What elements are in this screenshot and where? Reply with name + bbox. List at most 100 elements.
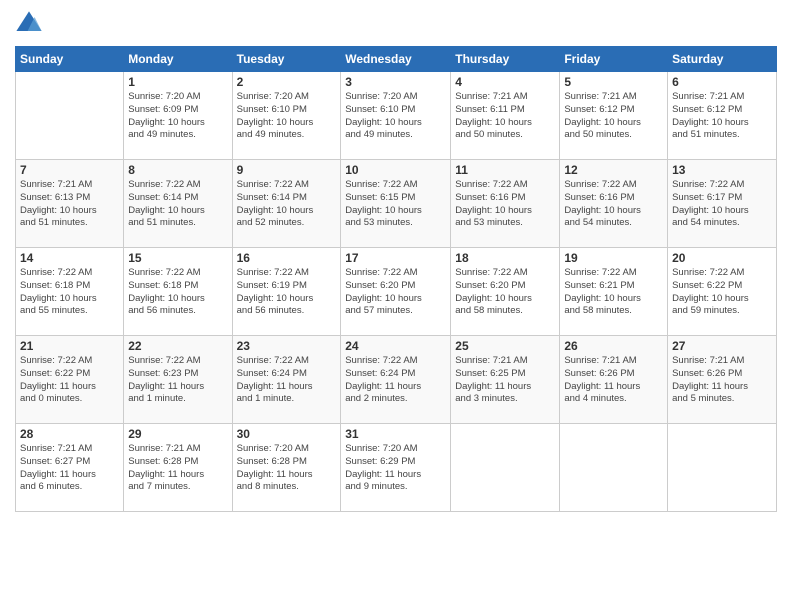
day-number: 25 bbox=[455, 339, 555, 353]
calendar-cell: 30 Sunrise: 7:20 AM Sunset: 6:28 PM Dayli… bbox=[232, 424, 341, 512]
calendar-cell bbox=[668, 424, 777, 512]
calendar-week-row: 1 Sunrise: 7:20 AM Sunset: 6:09 PM Daylig… bbox=[16, 72, 777, 160]
day-number: 30 bbox=[237, 427, 337, 441]
day-info: Sunrise: 7:22 AM Sunset: 6:24 PM Dayligh… bbox=[237, 355, 337, 406]
day-number: 3 bbox=[345, 75, 446, 89]
day-of-week-header: Tuesday bbox=[232, 47, 341, 72]
calendar-cell: 5 Sunrise: 7:21 AM Sunset: 6:12 PM Daylig… bbox=[560, 72, 668, 160]
day-number: 7 bbox=[20, 163, 119, 177]
calendar-cell: 28 Sunrise: 7:21 AM Sunset: 6:27 PM Dayli… bbox=[16, 424, 124, 512]
day-info: Sunrise: 7:22 AM Sunset: 6:23 PM Dayligh… bbox=[128, 355, 227, 406]
day-info: Sunrise: 7:21 AM Sunset: 6:12 PM Dayligh… bbox=[564, 91, 663, 142]
day-info: Sunrise: 7:22 AM Sunset: 6:16 PM Dayligh… bbox=[455, 179, 555, 230]
day-number: 13 bbox=[672, 163, 772, 177]
calendar-cell: 21 Sunrise: 7:22 AM Sunset: 6:22 PM Dayli… bbox=[16, 336, 124, 424]
calendar-cell: 3 Sunrise: 7:20 AM Sunset: 6:10 PM Daylig… bbox=[341, 72, 451, 160]
calendar-cell: 8 Sunrise: 7:22 AM Sunset: 6:14 PM Daylig… bbox=[124, 160, 232, 248]
day-info: Sunrise: 7:22 AM Sunset: 6:16 PM Dayligh… bbox=[564, 179, 663, 230]
day-info: Sunrise: 7:20 AM Sunset: 6:28 PM Dayligh… bbox=[237, 443, 337, 494]
day-number: 5 bbox=[564, 75, 663, 89]
calendar-cell: 6Sunrise: 7:21 AM Sunset: 6:12 PM Daylig… bbox=[668, 72, 777, 160]
calendar-cell: 22 Sunrise: 7:22 AM Sunset: 6:23 PM Dayli… bbox=[124, 336, 232, 424]
logo bbox=[15, 10, 47, 38]
day-info: Sunrise: 7:20 AM Sunset: 6:29 PM Dayligh… bbox=[345, 443, 446, 494]
calendar-cell: 20 Sunrise: 7:22 AM Sunset: 6:22 PM Dayli… bbox=[668, 248, 777, 336]
day-number: 29 bbox=[128, 427, 227, 441]
day-of-week-header: Saturday bbox=[668, 47, 777, 72]
day-info: Sunrise: 7:21 AM Sunset: 6:26 PM Dayligh… bbox=[564, 355, 663, 406]
calendar-cell: 14 Sunrise: 7:22 AM Sunset: 6:18 PM Dayli… bbox=[16, 248, 124, 336]
calendar-cell bbox=[560, 424, 668, 512]
day-number: 1 bbox=[128, 75, 227, 89]
day-number: 22 bbox=[128, 339, 227, 353]
calendar-cell: 4 Sunrise: 7:21 AM Sunset: 6:11 PM Daylig… bbox=[451, 72, 560, 160]
calendar-cell: 29Sunrise: 7:21 AM Sunset: 6:28 PM Dayli… bbox=[124, 424, 232, 512]
calendar-cell: 27 Sunrise: 7:21 AM Sunset: 6:26 PM Dayli… bbox=[668, 336, 777, 424]
day-of-week-header: Monday bbox=[124, 47, 232, 72]
calendar-cell: 7Sunrise: 7:21 AM Sunset: 6:13 PM Daylig… bbox=[16, 160, 124, 248]
day-info: Sunrise: 7:22 AM Sunset: 6:24 PM Dayligh… bbox=[345, 355, 446, 406]
calendar-cell: 19 Sunrise: 7:22 AM Sunset: 6:21 PM Dayli… bbox=[560, 248, 668, 336]
day-number: 21 bbox=[20, 339, 119, 353]
calendar-week-row: 21 Sunrise: 7:22 AM Sunset: 6:22 PM Dayli… bbox=[16, 336, 777, 424]
calendar-cell: 11 Sunrise: 7:22 AM Sunset: 6:16 PM Dayli… bbox=[451, 160, 560, 248]
header bbox=[15, 10, 777, 38]
day-number: 14 bbox=[20, 251, 119, 265]
day-number: 6 bbox=[672, 75, 772, 89]
day-info: Sunrise: 7:22 AM Sunset: 6:19 PM Dayligh… bbox=[237, 267, 337, 318]
day-info: Sunrise: 7:22 AM Sunset: 6:18 PM Dayligh… bbox=[128, 267, 227, 318]
day-info: Sunrise: 7:21 AM Sunset: 6:27 PM Dayligh… bbox=[20, 443, 119, 494]
day-info: Sunrise: 7:21 AM Sunset: 6:11 PM Dayligh… bbox=[455, 91, 555, 142]
day-info: Sunrise: 7:20 AM Sunset: 6:10 PM Dayligh… bbox=[345, 91, 446, 142]
day-info: Sunrise: 7:22 AM Sunset: 6:22 PM Dayligh… bbox=[20, 355, 119, 406]
day-info: Sunrise: 7:22 AM Sunset: 6:18 PM Dayligh… bbox=[20, 267, 119, 318]
logo-icon bbox=[15, 10, 43, 38]
day-number: 11 bbox=[455, 163, 555, 177]
day-of-week-header: Wednesday bbox=[341, 47, 451, 72]
calendar-week-row: 7Sunrise: 7:21 AM Sunset: 6:13 PM Daylig… bbox=[16, 160, 777, 248]
calendar-cell bbox=[16, 72, 124, 160]
day-number: 15 bbox=[128, 251, 227, 265]
calendar-cell: 1 Sunrise: 7:20 AM Sunset: 6:09 PM Daylig… bbox=[124, 72, 232, 160]
calendar-week-row: 28 Sunrise: 7:21 AM Sunset: 6:27 PM Dayli… bbox=[16, 424, 777, 512]
day-info: Sunrise: 7:22 AM Sunset: 6:21 PM Dayligh… bbox=[564, 267, 663, 318]
calendar-cell: 26 Sunrise: 7:21 AM Sunset: 6:26 PM Dayli… bbox=[560, 336, 668, 424]
day-info: Sunrise: 7:22 AM Sunset: 6:22 PM Dayligh… bbox=[672, 267, 772, 318]
day-info: Sunrise: 7:21 AM Sunset: 6:25 PM Dayligh… bbox=[455, 355, 555, 406]
calendar-week-row: 14 Sunrise: 7:22 AM Sunset: 6:18 PM Dayli… bbox=[16, 248, 777, 336]
day-info: Sunrise: 7:22 AM Sunset: 6:14 PM Dayligh… bbox=[128, 179, 227, 230]
day-number: 2 bbox=[237, 75, 337, 89]
calendar-cell: 12Sunrise: 7:22 AM Sunset: 6:16 PM Dayli… bbox=[560, 160, 668, 248]
day-number: 27 bbox=[672, 339, 772, 353]
day-number: 9 bbox=[237, 163, 337, 177]
day-info: Sunrise: 7:22 AM Sunset: 6:15 PM Dayligh… bbox=[345, 179, 446, 230]
day-number: 28 bbox=[20, 427, 119, 441]
day-of-week-header: Friday bbox=[560, 47, 668, 72]
day-number: 19 bbox=[564, 251, 663, 265]
calendar-table: SundayMondayTuesdayWednesdayThursdayFrid… bbox=[15, 46, 777, 512]
day-number: 8 bbox=[128, 163, 227, 177]
calendar-cell: 18Sunrise: 7:22 AM Sunset: 6:20 PM Dayli… bbox=[451, 248, 560, 336]
day-number: 16 bbox=[237, 251, 337, 265]
calendar-cell: 10Sunrise: 7:22 AM Sunset: 6:15 PM Dayli… bbox=[341, 160, 451, 248]
day-number: 26 bbox=[564, 339, 663, 353]
day-info: Sunrise: 7:22 AM Sunset: 6:20 PM Dayligh… bbox=[455, 267, 555, 318]
calendar-cell: 17 Sunrise: 7:22 AM Sunset: 6:20 PM Dayli… bbox=[341, 248, 451, 336]
page: SundayMondayTuesdayWednesdayThursdayFrid… bbox=[0, 0, 792, 612]
calendar-cell: 15 Sunrise: 7:22 AM Sunset: 6:18 PM Dayli… bbox=[124, 248, 232, 336]
day-of-week-header: Thursday bbox=[451, 47, 560, 72]
calendar-cell: 31Sunrise: 7:20 AM Sunset: 6:29 PM Dayli… bbox=[341, 424, 451, 512]
day-number: 4 bbox=[455, 75, 555, 89]
calendar-cell: 23 Sunrise: 7:22 AM Sunset: 6:24 PM Dayli… bbox=[232, 336, 341, 424]
calendar-cell: 13Sunrise: 7:22 AM Sunset: 6:17 PM Dayli… bbox=[668, 160, 777, 248]
day-number: 20 bbox=[672, 251, 772, 265]
day-number: 17 bbox=[345, 251, 446, 265]
day-info: Sunrise: 7:21 AM Sunset: 6:26 PM Dayligh… bbox=[672, 355, 772, 406]
day-info: Sunrise: 7:20 AM Sunset: 6:09 PM Dayligh… bbox=[128, 91, 227, 142]
calendar-cell: 25 Sunrise: 7:21 AM Sunset: 6:25 PM Dayli… bbox=[451, 336, 560, 424]
calendar-cell: 24 Sunrise: 7:22 AM Sunset: 6:24 PM Dayli… bbox=[341, 336, 451, 424]
day-number: 23 bbox=[237, 339, 337, 353]
calendar-cell: 16 Sunrise: 7:22 AM Sunset: 6:19 PM Dayli… bbox=[232, 248, 341, 336]
day-number: 24 bbox=[345, 339, 446, 353]
day-info: Sunrise: 7:22 AM Sunset: 6:20 PM Dayligh… bbox=[345, 267, 446, 318]
